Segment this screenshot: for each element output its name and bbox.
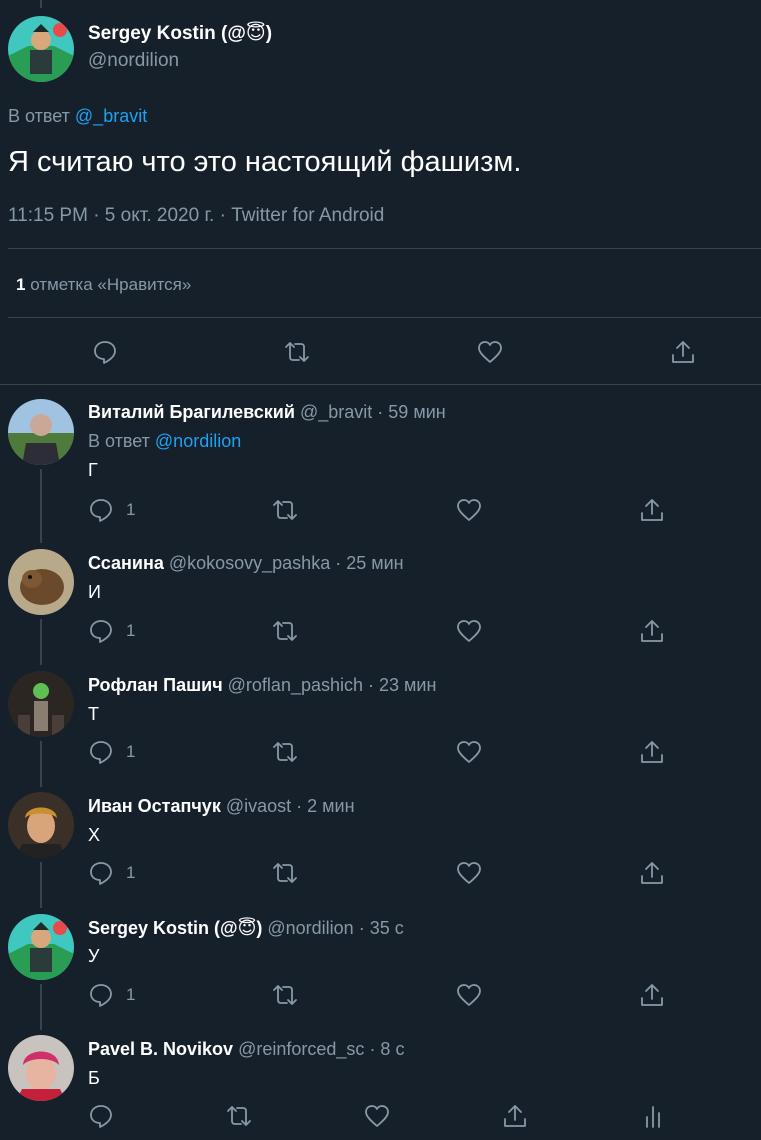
reply-author-handle[interactable]: @nordilion [267, 918, 353, 938]
share-icon[interactable] [502, 1103, 528, 1129]
reply-author-name[interactable]: Рофлан Пашич [88, 675, 223, 695]
retweet-icon[interactable] [284, 339, 310, 365]
thread-connector [40, 619, 42, 665]
reply-icon[interactable] [88, 739, 114, 765]
avatar[interactable] [8, 16, 74, 82]
reply-icon[interactable] [88, 1103, 114, 1129]
share-icon[interactable] [639, 860, 665, 886]
reply-icon[interactable] [88, 497, 114, 523]
reply-author-name[interactable]: Pavel B. Novikov [88, 1039, 233, 1059]
author-name[interactable]: Sergey Kostin (@😇) [88, 22, 272, 45]
like-icon[interactable] [456, 618, 482, 644]
share-icon[interactable] [639, 739, 665, 765]
retweet-icon[interactable] [272, 982, 298, 1008]
tweet-meta[interactable]: 11:15 PM · 5 окт. 2020 г. · Twitter for … [8, 205, 384, 227]
thread-connector [40, 862, 42, 908]
reply-text: У [88, 946, 100, 966]
likes-label: отметка «Нравится» [30, 275, 192, 294]
reply-icon[interactable] [92, 339, 118, 365]
like-icon[interactable] [364, 1103, 390, 1129]
reply-text: Г [88, 460, 98, 480]
like-icon[interactable] [456, 860, 482, 886]
reply-time[interactable]: · 25 мин [335, 553, 403, 573]
reply-time[interactable]: · 2 мин [296, 796, 354, 816]
divider [0, 384, 761, 385]
thread-connector [40, 984, 42, 1030]
reply-time[interactable]: · 8 с [369, 1039, 404, 1059]
reply-header: Ссанина @kokosovy_pashka · 25 мин [88, 553, 404, 574]
reply-author-handle[interactable]: @_bravit [300, 402, 372, 422]
reply-author-name[interactable]: Виталий Брагилевский [88, 402, 295, 422]
reply-icon[interactable] [88, 982, 114, 1008]
thread-connector [40, 741, 42, 787]
reply-count: 1 [126, 863, 136, 882]
reply-author-name-text: Sergey Kostin (@ [88, 918, 238, 938]
reply-author-handle[interactable]: @kokosovy_pashka [169, 553, 330, 573]
reply-text: И [88, 582, 101, 602]
thread-connector [40, 469, 42, 543]
reply-text: Х [88, 825, 101, 845]
reply-author-handle[interactable]: @reinforced_sc [238, 1039, 364, 1059]
divider [8, 248, 761, 249]
reply-prefix: В ответ [8, 106, 70, 126]
reply-text: Б [88, 1068, 100, 1088]
reply-context: В ответ @_bravit [8, 106, 147, 127]
author-name-text: Sergey Kostin (@ [88, 23, 246, 44]
reply-to-link[interactable]: @_bravit [75, 106, 147, 126]
share-icon[interactable] [670, 339, 696, 365]
reply-to-link[interactable]: @nordilion [155, 431, 241, 451]
reply-time[interactable]: · 35 с [359, 918, 404, 938]
author-handle[interactable]: @nordilion [88, 50, 179, 72]
avatar[interactable] [8, 792, 74, 858]
author-name-close: ) [265, 23, 273, 44]
reply-author-name[interactable]: Sergey Kostin (@😇) [88, 918, 262, 938]
avatar[interactable] [8, 914, 74, 980]
reply-count: 1 [126, 621, 136, 640]
reply-header: Sergey Kostin (@😇) @nordilion · 35 с [88, 918, 404, 939]
thread-connector-top [40, 0, 42, 8]
reply-author-name[interactable]: Ссанина [88, 553, 164, 573]
reply-header: Виталий Брагилевский @_bravit · 59 мин [88, 402, 446, 423]
halo-emoji-icon: 😇 [245, 23, 266, 44]
reply-context: В ответ @nordilion [88, 431, 241, 452]
avatar[interactable] [8, 549, 74, 615]
avatar[interactable] [8, 1035, 74, 1101]
like-icon[interactable] [456, 982, 482, 1008]
reply-author-handle[interactable]: @roflan_pashich [228, 675, 363, 695]
reply-header: Рофлан Пашич @roflan_pashich · 23 мин [88, 675, 436, 696]
reply-count: 1 [126, 742, 136, 761]
avatar[interactable] [8, 399, 74, 465]
avatar[interactable] [8, 671, 74, 737]
analytics-icon[interactable] [640, 1103, 666, 1129]
reply-time[interactable]: · 23 мин [368, 675, 436, 695]
share-icon[interactable] [639, 497, 665, 523]
share-icon[interactable] [639, 982, 665, 1008]
reply-icon[interactable] [88, 618, 114, 644]
retweet-icon[interactable] [226, 1103, 252, 1129]
reply-text: Т [88, 704, 99, 724]
share-icon[interactable] [639, 618, 665, 644]
tweet-text: Я считаю что это настоящий фашизм. [8, 146, 522, 178]
reply-count: 1 [126, 985, 136, 1004]
like-icon[interactable] [456, 739, 482, 765]
like-icon[interactable] [456, 497, 482, 523]
retweet-icon[interactable] [272, 860, 298, 886]
likes-summary[interactable]: 1 отметка «Нравится» [16, 275, 191, 295]
retweet-icon[interactable] [272, 497, 298, 523]
reply-header: Pavel B. Novikov @reinforced_sc · 8 с [88, 1039, 404, 1060]
reply-header: Иван Остапчук @ivaost · 2 мин [88, 796, 355, 817]
reply-author-name-close: ) [256, 918, 263, 938]
reply-time[interactable]: · 59 мин [377, 402, 445, 422]
reply-author-handle[interactable]: @ivaost [226, 796, 291, 816]
retweet-icon[interactable] [272, 618, 298, 644]
reply-author-name[interactable]: Иван Остапчук [88, 796, 221, 816]
like-icon[interactable] [477, 339, 503, 365]
likes-count: 1 [16, 275, 26, 294]
reply-prefix: В ответ [88, 431, 150, 451]
reply-icon[interactable] [88, 860, 114, 886]
divider [8, 317, 761, 318]
retweet-icon[interactable] [272, 739, 298, 765]
reply-count: 1 [126, 500, 136, 519]
halo-emoji-icon: 😇 [237, 918, 257, 938]
